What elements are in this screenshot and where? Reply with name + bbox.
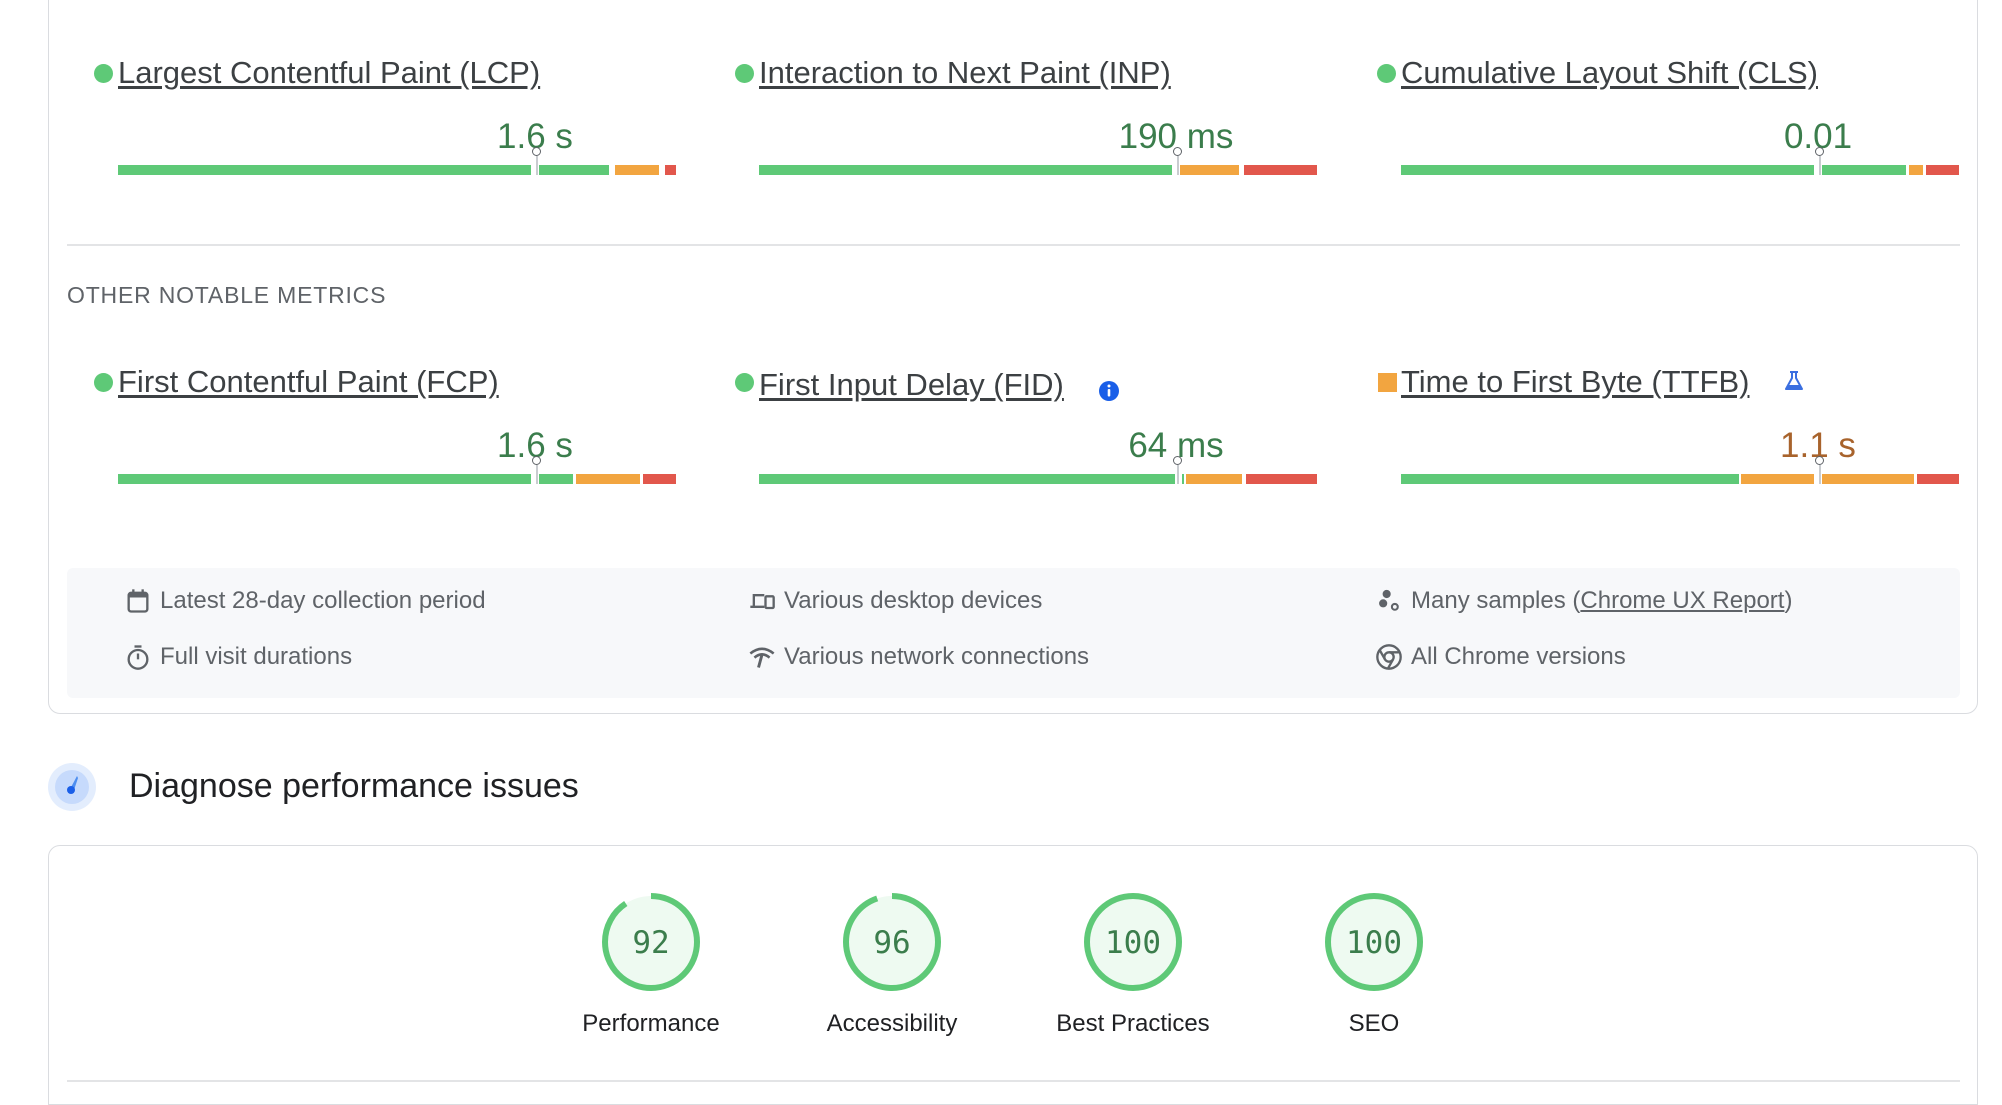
status-good-dot-icon <box>735 373 754 392</box>
section-divider <box>67 244 1960 246</box>
status-average-square-icon <box>1378 373 1397 392</box>
metric-ttfb: Time to First Byte (TTFB) 1.1 s <box>1377 364 1959 484</box>
percentile-marker <box>1814 147 1825 175</box>
score-value: 92 <box>632 925 669 961</box>
status-good-dot-icon <box>1377 64 1396 83</box>
status-good-dot-icon <box>94 373 113 392</box>
score-label: Best Practices <box>1056 1010 1210 1037</box>
good-segment <box>118 474 531 484</box>
devices-icon <box>750 594 775 610</box>
percentile-marker <box>1814 456 1825 484</box>
samples-text: Many samples ( <box>1411 587 1581 614</box>
poor-segment <box>1244 165 1317 175</box>
poor-segment <box>664 165 676 175</box>
percentile-marker <box>531 456 542 484</box>
metric-title-link[interactable]: First Input Delay (FID) <box>759 367 1064 403</box>
poor-segment <box>1925 165 1959 175</box>
poor-segment <box>1246 474 1317 484</box>
metric-title-link[interactable]: Largest Contentful Paint (LCP) <box>118 55 540 91</box>
metric-inp: Interaction to Next Paint (INP) 190 ms <box>735 55 1317 175</box>
score-ring: 100 <box>1084 893 1182 991</box>
score-gauge-accessibility[interactable]: 96 Accessibility <box>792 890 992 1038</box>
visit-durations-item: Full visit durations <box>124 643 352 671</box>
score-label: SEO <box>1348 1010 1400 1037</box>
score-gauge-performance[interactable]: 92 Performance <box>551 890 751 1038</box>
status-good-dot-icon <box>735 64 754 83</box>
good-segment <box>1822 165 1906 175</box>
distribution-bar <box>1401 456 1959 484</box>
visit-durations-text: Full visit durations <box>160 643 353 670</box>
score-value: 100 <box>1105 925 1161 961</box>
metric-fcp: First Contentful Paint (FCP) 1.6 s <box>94 364 676 484</box>
score-value: 96 <box>873 925 910 961</box>
good-segment <box>759 165 1172 175</box>
devices-item: Various desktop devices <box>748 587 1042 615</box>
needs-improvement-segment <box>614 165 660 175</box>
metric-title-link[interactable]: Cumulative Layout Shift (CLS) <box>1401 55 1818 91</box>
metric-cls: Cumulative Layout Shift (CLS) 0.01 <box>1377 55 1959 175</box>
good-segment <box>539 474 573 484</box>
good-segment <box>118 165 531 175</box>
chrome-versions-item: All Chrome versions <box>1375 643 1626 671</box>
stopwatch-icon <box>127 645 149 670</box>
other-metrics-heading: OTHER NOTABLE METRICS <box>67 282 387 308</box>
lighthouse-gauge-icon <box>47 762 97 812</box>
collection-period-text: Latest 28-day collection period <box>160 587 486 614</box>
metric-title-link[interactable]: Interaction to Next Paint (INP) <box>759 55 1171 91</box>
percentile-marker <box>1172 147 1183 175</box>
poor-segment <box>1917 474 1959 484</box>
needs-improvement-segment <box>575 474 640 484</box>
score-value: 100 <box>1346 925 1402 961</box>
network-wifi-icon <box>749 647 775 668</box>
chrome-ux-report-link[interactable]: Chrome UX Report <box>1580 587 1784 615</box>
distribution-bar <box>118 147 676 175</box>
needs-improvement-segment <box>1185 474 1242 484</box>
lighthouse-scores-card <box>48 845 1978 1105</box>
chrome-versions-text: All Chrome versions <box>1411 643 1626 670</box>
network-text: Various network connections <box>784 643 1090 670</box>
score-ring: 96 <box>843 893 941 991</box>
score-gauge-seo[interactable]: 100 SEO <box>1274 890 1474 1038</box>
poor-segment <box>642 474 676 484</box>
score-ring: 92 <box>602 893 700 991</box>
experimental-flask-icon[interactable] <box>1783 370 1805 392</box>
status-good-dot-icon <box>94 64 113 83</box>
score-gauge-best-practices[interactable]: 100 Best Practices <box>1033 890 1233 1038</box>
distribution-bar <box>118 456 676 484</box>
metric-lcp: Largest Contentful Paint (LCP) 1.6 s <box>94 55 676 175</box>
distribution-bar <box>759 456 1317 484</box>
good-segment <box>759 474 1175 484</box>
metric-fid: First Input Delay (FID) 64 ms <box>735 364 1317 484</box>
needs-improvement-segment <box>1741 474 1814 484</box>
samples-item: Many samples (Chrome UX Report) <box>1375 587 1792 615</box>
calendar-icon <box>127 589 149 613</box>
collection-period-item: Latest 28-day collection period <box>124 587 486 615</box>
percentile-marker <box>1172 456 1183 484</box>
metric-title-link[interactable]: Time to First Byte (TTFB) <box>1401 364 1749 400</box>
distribution-bar <box>1401 147 1959 175</box>
info-icon[interactable] <box>1098 380 1120 402</box>
metric-title-link[interactable]: First Contentful Paint (FCP) <box>118 364 499 400</box>
needs-improvement-segment <box>1180 165 1239 175</box>
network-item: Various network connections <box>748 643 1089 671</box>
devices-text: Various desktop devices <box>784 587 1043 614</box>
good-segment <box>539 165 610 175</box>
chrome-logo-icon <box>1376 644 1402 670</box>
samples-suffix: ) <box>1784 587 1793 614</box>
percentile-marker <box>531 147 542 175</box>
needs-improvement-segment <box>1822 474 1915 484</box>
good-segment <box>1401 474 1739 484</box>
needs-improvement-segment <box>1908 165 1923 175</box>
good-segment <box>1401 165 1814 175</box>
samples-dots-icon <box>1379 589 1399 611</box>
diagnose-section-title: Diagnose performance issues <box>129 767 579 805</box>
score-label: Accessibility <box>826 1010 958 1037</box>
distribution-bar <box>759 147 1317 175</box>
score-label: Performance <box>582 1010 720 1037</box>
score-ring: 100 <box>1325 893 1423 991</box>
